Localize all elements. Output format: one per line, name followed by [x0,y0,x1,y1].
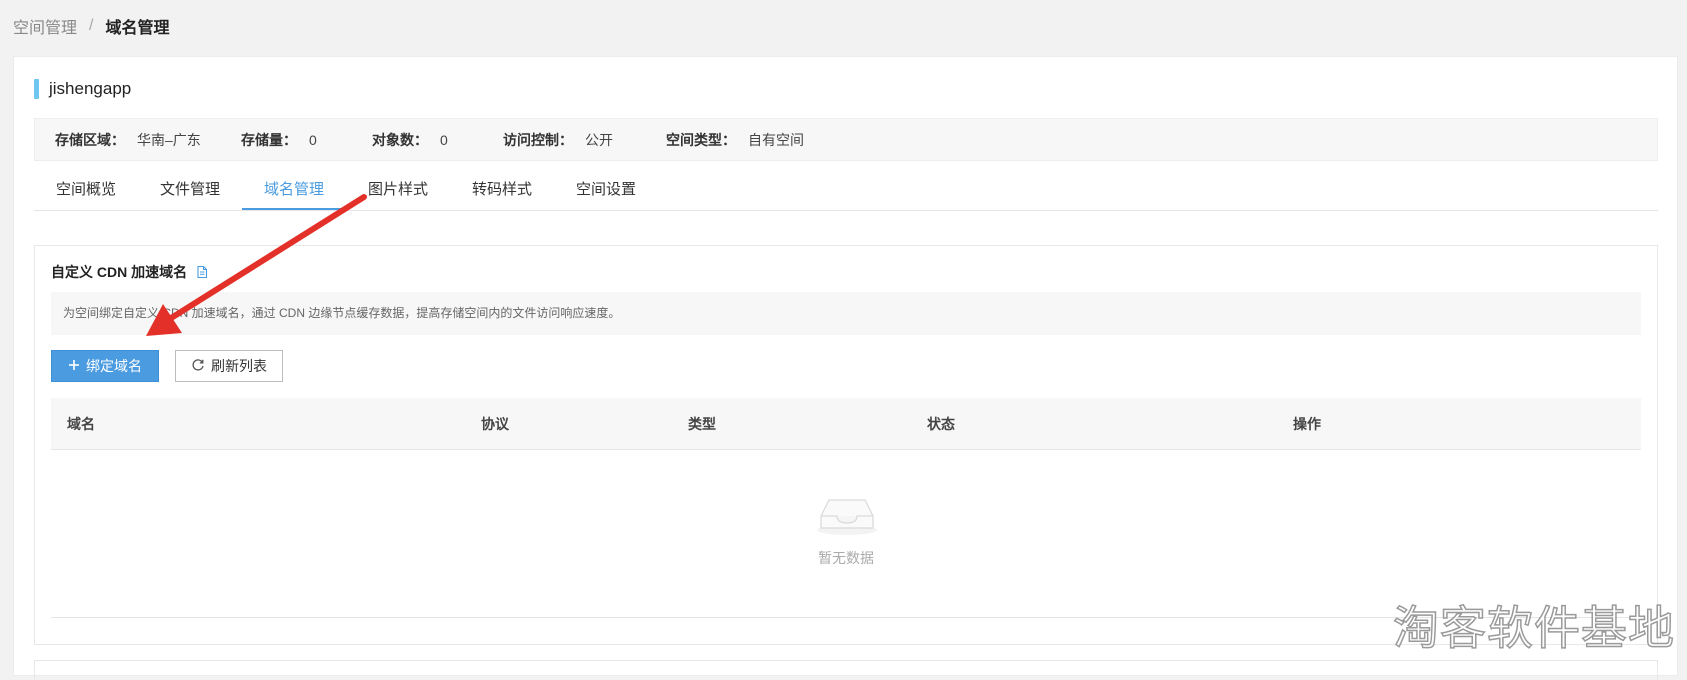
space-info-strip: 存储区域： 华南–广东 存储量： 0 对象数： 0 访问控制： 公开 空间类型：… [34,118,1658,161]
tab-settings[interactable]: 空间设置 [554,171,658,210]
next-panel-edge [34,660,1658,680]
space-title: jishengapp [34,79,131,99]
info-access-value: 公开 [585,131,613,148]
bind-domain-label: 绑定域名 [86,358,142,374]
doc-icon[interactable] [195,265,209,279]
title-accent-bar [34,79,39,99]
breadcrumb-separator: / [89,17,94,34]
info-objects: 对象数： 0 [372,130,503,150]
info-objects-label: 对象数： [372,131,428,148]
tab-files[interactable]: 文件管理 [138,171,242,210]
empty-inbox-icon [815,494,879,536]
info-type-label: 空间类型： [666,131,736,148]
space-tabs: 空间概览 文件管理 域名管理 图片样式 转码样式 空间设置 [34,171,1658,211]
column-domain: 域名 [67,416,95,432]
info-objects-value: 0 [440,131,448,148]
tab-domains[interactable]: 域名管理 [242,171,346,210]
breadcrumb-space-management[interactable]: 空间管理 [13,14,77,38]
info-storage-label: 存储量： [241,131,297,148]
refresh-list-button[interactable]: 刷新列表 [175,350,283,382]
bind-domain-button[interactable]: 绑定域名 [51,350,159,382]
column-actions: 操作 [1293,416,1321,432]
info-access: 访问控制： 公开 [503,130,666,150]
space-name: jishengapp [49,79,132,98]
plus-icon [68,358,80,374]
space-card: jishengapp 存储区域： 华南–广东 存储量： 0 对象数： 0 访问控… [13,56,1678,680]
cdn-panel-title: 自定义 CDN 加速域名 [51,262,209,282]
domain-table-header: 域名 协议 类型 状态 操作 [51,398,1641,450]
column-type: 类型 [688,416,716,432]
info-region-label: 存储区域： [55,131,125,148]
breadcrumb-current: 域名管理 [105,20,170,37]
tab-image-styles[interactable]: 图片样式 [346,171,450,210]
refresh-list-label: 刷新列表 [211,358,267,374]
breadcrumb: 空间管理 / 域名管理 [13,14,169,38]
info-region-value: 华南–广东 [137,131,201,148]
column-status: 状态 [927,416,955,432]
info-type: 空间类型： 自有空间 [666,130,804,150]
cdn-title-text: 自定义 CDN 加速域名 [51,264,188,280]
info-storage: 存储量： 0 [241,130,372,150]
refresh-icon [191,358,205,375]
tab-transcode-styles[interactable]: 转码样式 [450,171,554,210]
watermark-text: 淘客软件基地 [1392,600,1675,656]
info-type-value: 自有空间 [748,131,804,148]
column-protocol: 协议 [481,416,509,432]
cdn-domain-panel: 自定义 CDN 加速域名 为空间绑定自定义 CDN 加速域名，通过 CDN 边缘… [34,245,1658,645]
empty-text: 暂无数据 [818,550,874,566]
info-access-label: 访问控制： [503,131,573,148]
cdn-description: 为空间绑定自定义 CDN 加速域名，通过 CDN 边缘节点缓存数据，提高存储空间… [51,292,1641,335]
info-storage-value: 0 [309,131,317,148]
info-region: 存储区域： 华南–广东 [55,130,241,150]
tab-overview[interactable]: 空间概览 [34,171,138,210]
